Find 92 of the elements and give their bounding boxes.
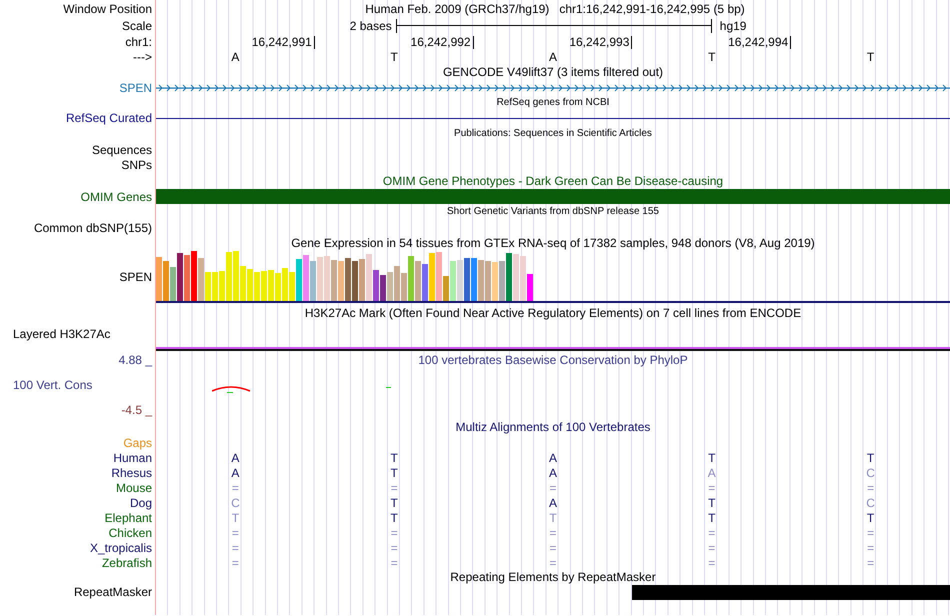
alignment-base: = xyxy=(867,556,874,570)
alignment-base: = xyxy=(708,540,716,554)
track-title: RefSeq genes from NCBI xyxy=(496,96,610,108)
alignment-base: A xyxy=(548,466,557,480)
base-letter: T xyxy=(866,50,874,64)
alignment-base: T xyxy=(708,510,716,524)
alignment-base: = xyxy=(390,556,398,570)
track-title: H3K27Ac Mark (Often Found Near Active Regulatory Elements) on 7 cell lines from ENCODE xyxy=(304,306,802,320)
alignment-base: = xyxy=(232,480,239,494)
track-label: Layered H3K27Ac xyxy=(12,327,110,341)
track-label: Common dbSNP(155) xyxy=(34,220,152,234)
base-letter: A xyxy=(548,50,557,64)
track-label: 4.88 _ xyxy=(118,353,152,367)
tick-mark xyxy=(314,36,315,48)
track-label: Zebrafish xyxy=(102,556,152,570)
track-label: -4.5 _ xyxy=(121,403,152,417)
alignment-base: T xyxy=(390,466,398,480)
assembly-label: hg19 xyxy=(718,18,748,32)
alignment-base: T xyxy=(390,450,398,464)
alignment-base: = xyxy=(708,526,716,540)
alignment-base: T xyxy=(232,510,240,524)
track-title: 100 vertebrates Basewise Conservation by PhyloP xyxy=(418,353,688,367)
scale-text: 2 bases xyxy=(350,18,393,32)
track-label: ---> xyxy=(133,50,152,64)
alignment-base: = xyxy=(549,480,556,494)
track-label: SPEN xyxy=(119,80,152,94)
alignment-base: T xyxy=(866,450,874,464)
alignment-base: = xyxy=(867,540,874,554)
track-title: Short Genetic Variants from dbSNP release 155 xyxy=(447,206,659,218)
track-label: RepeatMasker xyxy=(74,585,152,599)
alignment-base: T xyxy=(708,450,716,464)
track-label: Mouse xyxy=(116,480,152,494)
alignment-base: T xyxy=(390,496,398,510)
base-letter: T xyxy=(708,50,716,64)
track-title: GENCODE V49lift37 (3 items filtered out) xyxy=(442,65,664,79)
coordinate-label: 16,242,992 xyxy=(410,35,472,49)
alignment-base: = xyxy=(708,556,716,570)
track-title: Repeating Elements by RepeatMasker xyxy=(450,570,656,584)
alignment-base: T xyxy=(549,510,557,524)
alignment-base: C xyxy=(866,496,875,510)
track-title: Gene Expression in 54 tissues from GTEx RNA-seq of 17382 samples, 948 donors (V8, Aug 2019) xyxy=(291,236,815,250)
position-text: chr1:16,242,991-16,242,995 (5 bp) xyxy=(559,2,745,16)
base-letter: T xyxy=(390,50,398,64)
track-label: OMIM Genes xyxy=(80,190,152,204)
alignment-base: = xyxy=(232,526,239,540)
alignment-base: A xyxy=(548,450,557,464)
track-label: Sequences xyxy=(92,142,152,156)
alignment-base: A xyxy=(231,450,240,464)
tick-mark xyxy=(790,36,792,48)
track-title: Multiz Alignments of 100 Vertebrates xyxy=(456,420,650,434)
coordinate-label: 16,242,991 xyxy=(252,35,313,49)
coordinate-label: 16,242,993 xyxy=(569,35,630,49)
track-label: SPEN xyxy=(119,270,152,284)
track-label: chr1: xyxy=(125,35,152,49)
track-label: Chicken xyxy=(108,526,152,540)
track-title: Publications: Sequences in Scientific Articles xyxy=(454,128,652,140)
track-label: Gaps xyxy=(123,436,152,450)
tick-mark xyxy=(631,36,632,48)
alignment-base: = xyxy=(232,540,239,554)
alignment-base: = xyxy=(390,540,398,554)
alignment-base: = xyxy=(867,526,874,540)
track-label: X_tropicalis xyxy=(90,540,152,554)
track-label: Scale xyxy=(122,18,152,32)
track-label: Dog xyxy=(130,496,152,510)
alignment-base: A xyxy=(548,496,557,510)
track-label: 100 Vert. Cons xyxy=(12,378,92,392)
alignment-base: = xyxy=(232,556,239,570)
track-label: Human xyxy=(113,450,152,464)
alignment-base: = xyxy=(390,480,398,494)
base-letter: A xyxy=(231,50,240,64)
alignment-base: T xyxy=(866,510,874,524)
alignment-base: C xyxy=(231,496,240,510)
alignment-base: = xyxy=(708,480,716,494)
alignment-base: = xyxy=(549,556,556,570)
alignment-base: = xyxy=(390,526,398,540)
alignment-base: = xyxy=(867,480,874,494)
track-label: Rhesus xyxy=(111,466,152,480)
track-title: OMIM Gene Phenotypes - Dark Green Can Be Disease-causing xyxy=(382,174,724,188)
assembly-text: Human Feb. 2009 (GRCh37/hg19) xyxy=(365,2,550,16)
alignment-base: A xyxy=(708,466,716,480)
alignment-base: = xyxy=(549,540,556,554)
alignment-base: T xyxy=(390,510,398,524)
coordinate-label: 16,242,994 xyxy=(728,35,790,49)
alignment-base: = xyxy=(549,526,556,540)
alignment-base: T xyxy=(708,496,716,510)
track-label: SNPs xyxy=(121,158,152,172)
track-label: Window Position xyxy=(63,2,152,16)
track-label: RefSeq Curated xyxy=(66,111,152,125)
tick-mark xyxy=(472,36,474,48)
alignment-base: C xyxy=(866,466,875,480)
alignment-base: A xyxy=(231,466,240,480)
track-label: Elephant xyxy=(104,510,152,524)
